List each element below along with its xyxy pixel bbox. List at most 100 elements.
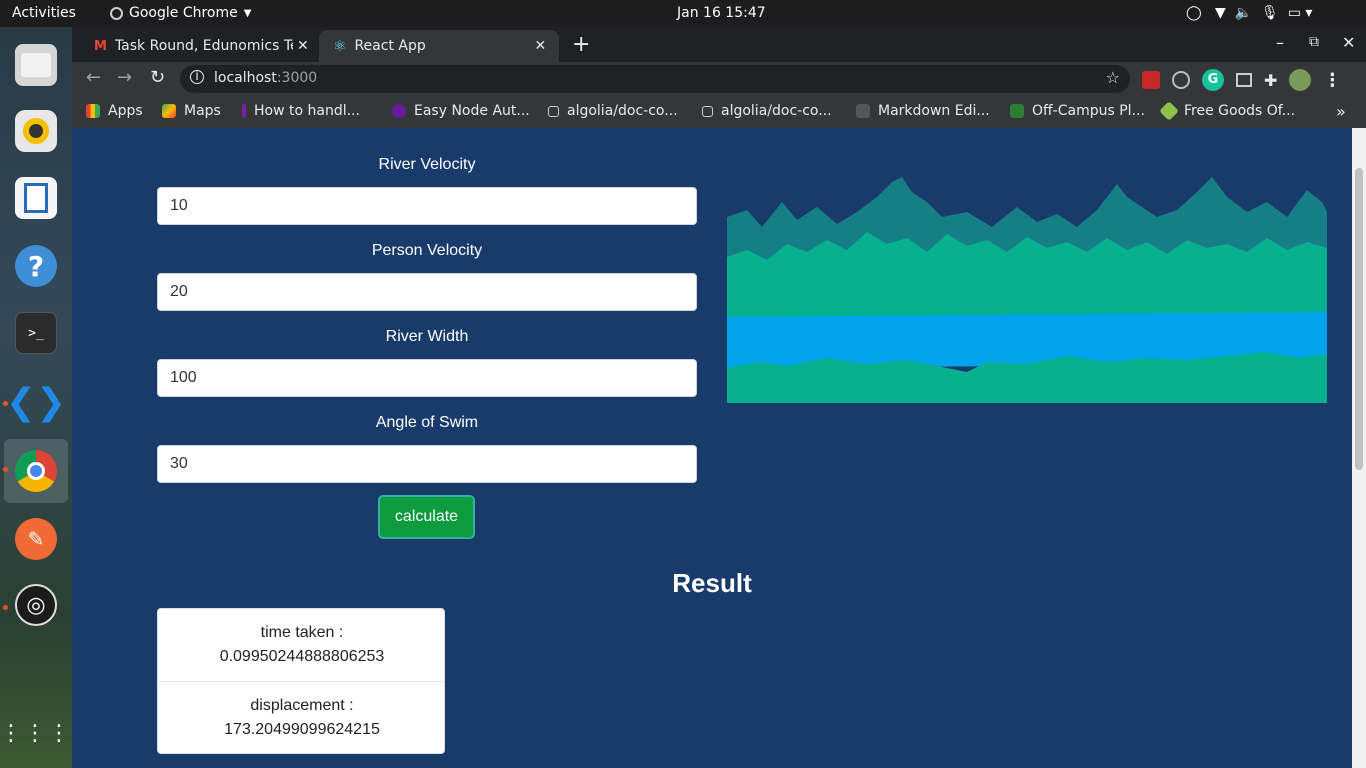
address-bar[interactable]: i localhost:3000 ☆ [180, 65, 1130, 93]
bookmark-cube-icon [702, 105, 713, 117]
bookmark-label: algolia/doc-co... [567, 103, 678, 119]
chrome-icon[interactable] [15, 450, 57, 492]
info-icon: i [190, 70, 204, 84]
forward-icon[interactable]: → [117, 67, 132, 88]
tab-react-app-title: React App [354, 38, 426, 54]
more-bookmarks-icon[interactable]: » [1336, 102, 1346, 121]
close-icon[interactable]: ✕ [534, 38, 546, 54]
river-velocity-input[interactable] [157, 187, 697, 225]
time-taken-value: 0.09950244888806253 [219, 648, 385, 665]
tab-gmail[interactable]: M Task Round, Edunomics Te ✕ [80, 30, 320, 62]
status-icons[interactable]: ◯ ▼ 🔈 🎙 ▭ ▾ [1186, 5, 1312, 21]
bookmark-cube-icon [548, 105, 559, 117]
close-window-button[interactable]: ✕ [1342, 33, 1355, 52]
bookmark-tag-icon [1159, 101, 1179, 121]
displacement-label: displacement : [250, 697, 354, 714]
bookmark-algolia-1[interactable]: algolia/doc-co... [548, 103, 678, 119]
extension-icons: G ✚ ⋮ [1142, 69, 1341, 91]
bookmark-algolia-2[interactable]: algolia/doc-co... [702, 103, 832, 119]
extension-red-icon[interactable] [1142, 71, 1160, 89]
bookmark-label: Maps [184, 103, 221, 119]
chrome-small-icon [110, 6, 123, 20]
minimize-button[interactable]: – [1276, 33, 1284, 52]
profile-avatar[interactable] [1289, 69, 1312, 91]
url-host: localhost [214, 70, 277, 86]
bookmark-label: Markdown Edi... [878, 103, 990, 119]
show-apps-icon[interactable]: ⋮⋮⋮ [0, 713, 70, 755]
clock[interactable]: Jan 16 15:47 [677, 5, 766, 21]
extension-box-icon[interactable] [1236, 73, 1252, 87]
bookmark-label: How to handl... [254, 103, 360, 119]
star-icon[interactable]: ☆ [1106, 68, 1120, 87]
close-icon[interactable]: ✕ [297, 38, 309, 54]
bookmark-maps[interactable]: Maps [162, 103, 221, 119]
bookmark-label: algolia/doc-co... [721, 103, 832, 119]
river-width-input[interactable] [157, 359, 697, 397]
angle-label: Angle of Swim [375, 414, 479, 431]
bookmark-blob-icon [392, 104, 406, 118]
tab-react-app[interactable]: ⚛ React App ✕ [319, 30, 559, 62]
grammarly-icon[interactable]: G [1202, 69, 1224, 91]
bookmark-green-icon [1010, 104, 1024, 118]
react-icon: ⚛ [333, 37, 347, 55]
files-icon[interactable] [15, 44, 57, 86]
bookmark-apps[interactable]: Apps [86, 103, 143, 119]
bookmark-purple-icon [242, 104, 246, 118]
bookmarks-bar: Apps Maps How to handl... Easy Node Aut.… [72, 96, 1366, 128]
bookmark-off-campus[interactable]: Off-Campus Pl... [1010, 103, 1145, 119]
page-content: River Velocity Person Velocity River Wid… [72, 128, 1352, 768]
tab-strip: M Task Round, Edunomics Te ✕ ⚛ React App… [72, 27, 1366, 62]
app-menu[interactable]: Google Chrome ▼ [110, 5, 251, 21]
tab-gmail-title: Task Round, Edunomics Te [114, 38, 293, 54]
restore-button[interactable]: ⧉ [1309, 34, 1319, 50]
bookmark-easy-node[interactable]: Easy Node Aut... [392, 103, 530, 119]
scrollbar-thumb[interactable] [1355, 168, 1363, 470]
chrome-window: M Task Round, Edunomics Te ✕ ⚛ React App… [72, 27, 1366, 768]
river-velocity-label: River Velocity [378, 156, 476, 173]
system-top-bar: Activities Google Chrome ▼ Jan 16 15:47 … [0, 0, 1366, 27]
maps-icon [162, 104, 176, 118]
url-port: :3000 [276, 70, 318, 86]
activities-button[interactable]: Activities [12, 5, 76, 21]
scrollbar[interactable] [1352, 128, 1366, 768]
result-card: time taken : 0.09950244888806253 displac… [157, 608, 445, 754]
result-title: Result [672, 568, 752, 598]
caret-down-icon: ▼ [243, 7, 252, 19]
gmail-icon: M [94, 38, 107, 54]
extension-circle-icon[interactable] [1172, 71, 1190, 89]
bookmark-label: Off-Campus Pl... [1032, 103, 1145, 119]
bookmark-how-to-handle[interactable]: How to handl... [242, 103, 360, 119]
app-menu-label: Google Chrome [129, 5, 238, 21]
terminal-icon[interactable]: >_ [15, 312, 57, 354]
time-taken-label: time taken : [260, 624, 344, 641]
writer-icon[interactable] [15, 177, 57, 219]
reload-icon[interactable]: ↻ [150, 67, 165, 88]
new-tab-button[interactable]: + [572, 32, 590, 57]
obs-icon[interactable]: ◎ [15, 584, 57, 626]
river-illustration [727, 177, 1327, 403]
bookmark-free-goods[interactable]: Free Goods Of... [1159, 101, 1296, 121]
result-divider [158, 681, 444, 682]
vscode-icon[interactable]: ❮❯ [6, 381, 66, 423]
url-text: localhost:3000 [214, 70, 317, 86]
bookmark-markdown-icon [856, 104, 870, 118]
menu-kebab-icon[interactable]: ⋮ [1323, 70, 1341, 91]
displacement-value: 173.20499099624215 [224, 721, 380, 738]
person-velocity-label: Person Velocity [371, 242, 483, 259]
dock: ? >_ ❮❯ ✎ ◎ ⋮⋮⋮ [0, 27, 72, 768]
bookmark-label: Easy Node Aut... [414, 103, 530, 119]
person-velocity-input[interactable] [157, 273, 697, 311]
rhythmbox-icon[interactable] [15, 110, 57, 152]
postman-icon[interactable]: ✎ [15, 518, 57, 560]
bookmark-label: Apps [108, 103, 143, 119]
help-icon[interactable]: ? [15, 245, 57, 287]
calculate-button[interactable]: calculate [378, 495, 475, 539]
toolbar: ← → ↻ i localhost:3000 ☆ G ✚ ⋮ [72, 62, 1366, 96]
back-icon[interactable]: ← [86, 67, 101, 88]
extensions-puzzle-icon[interactable]: ✚ [1264, 71, 1277, 90]
apps-grid-icon [86, 104, 100, 118]
river-width-label: River Width [385, 328, 469, 345]
bookmark-label: Free Goods Of... [1184, 103, 1296, 119]
angle-input[interactable] [157, 445, 697, 483]
bookmark-markdown[interactable]: Markdown Edi... [856, 103, 990, 119]
